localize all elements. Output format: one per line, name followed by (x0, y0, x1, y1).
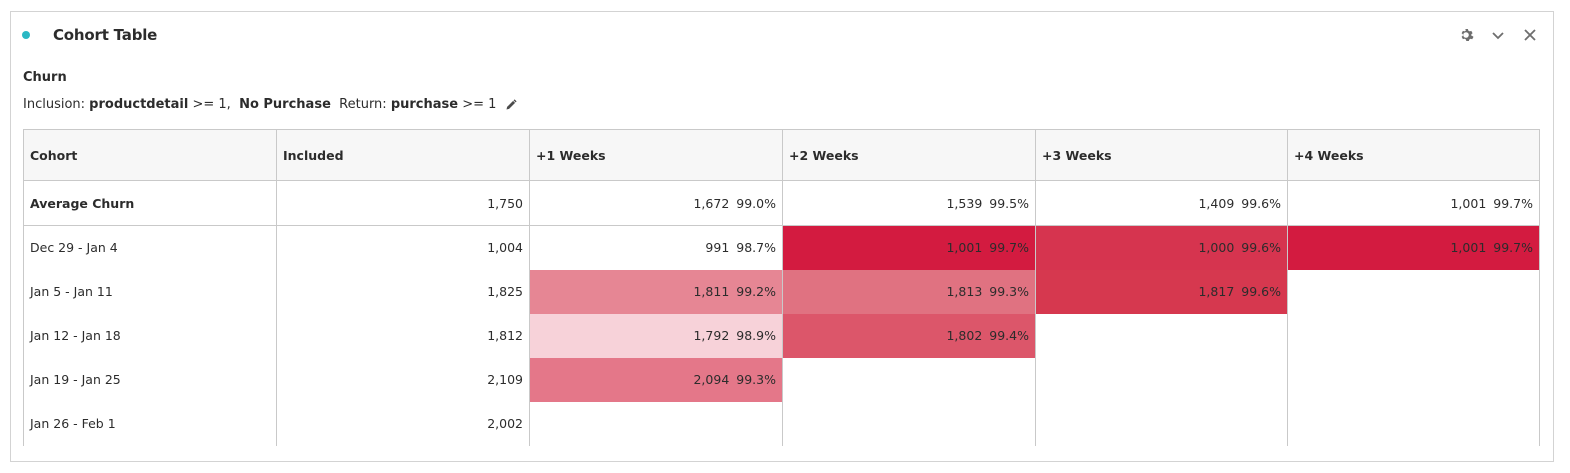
cohort-cell[interactable]: 2,094 99.3% (529, 357, 783, 402)
cohort-included: 2,109 (276, 357, 530, 402)
cohort-cell[interactable] (782, 357, 1036, 402)
gear-icon[interactable] (1457, 26, 1475, 44)
cell-value: 1,813 (946, 284, 983, 299)
cell-percent: 99.3% (989, 284, 1029, 299)
cell-percent: 99.0% (736, 195, 776, 211)
cohort-cell[interactable]: 1,811 99.2% (529, 269, 783, 314)
cohort-cell[interactable] (1287, 401, 1540, 446)
cell-percent: 99.3% (736, 372, 776, 387)
cohort-included: 1,812 (276, 313, 530, 358)
cohort-included: 1,004 (276, 225, 530, 270)
cell-value: 991 (705, 240, 730, 256)
cohort-settings-line: Inclusion: productdetail >= 1, No Purcha… (23, 97, 518, 112)
cell-value: 1,539 (946, 195, 983, 211)
column-header-week-1[interactable]: +1 Weeks (529, 129, 783, 181)
cohort-cell[interactable] (1287, 269, 1540, 314)
column-header-included[interactable]: Included (276, 129, 530, 181)
cell-percent: 99.7% (1493, 195, 1533, 211)
cell-percent: 99.7% (989, 240, 1029, 256)
cohort-cell[interactable]: 1,802 99.4% (782, 313, 1036, 358)
inclusion-metric: productdetail (89, 97, 189, 112)
column-header-week-4[interactable]: +4 Weeks (1287, 129, 1540, 181)
chevron-down-icon[interactable] (1489, 26, 1507, 44)
cohort-cell[interactable]: 1,792 98.9% (529, 313, 783, 358)
cohort-cell[interactable]: 1,001 99.7% (782, 225, 1036, 270)
return-metric: purchase (390, 97, 459, 112)
cohort-row: Jan 12 - Jan 18 1,812 1,792 98.9% 1,802 99… (23, 313, 1540, 358)
return-operator: >= 1 (462, 97, 497, 112)
cohort-cell[interactable]: 1,000 99.6% (1035, 225, 1288, 270)
cohort-label: Jan 26 - Feb 1 (23, 401, 277, 446)
cell-percent: 98.7% (736, 240, 776, 256)
cohort-table: Cohort Included +1 Weeks +2 Weeks +3 Wee… (23, 129, 1540, 446)
pencil-icon[interactable] (505, 98, 518, 111)
cohort-cell[interactable] (1035, 357, 1288, 402)
cohort-row: Dec 29 - Jan 4 1,004 991 98.7% 1,001 99.7%… (23, 225, 1540, 270)
close-icon[interactable] (1521, 26, 1539, 44)
cohort-cell[interactable] (782, 401, 1036, 446)
cell-value: 1,792 (693, 328, 730, 343)
cohort-cell[interactable] (1287, 313, 1540, 358)
cell-percent: 99.7% (1493, 240, 1533, 256)
average-cell[interactable]: 1,409 99.6% (1035, 180, 1288, 226)
inclusion-label: Inclusion: (23, 97, 86, 112)
inclusion-dimension: No Purchase (239, 97, 331, 112)
cohort-cell[interactable] (1035, 401, 1288, 446)
cohort-cell[interactable]: 1,001 99.7% (1287, 225, 1540, 270)
cell-value: 1,001 (1450, 195, 1487, 211)
inclusion-operator: >= 1, (192, 97, 231, 112)
cohort-cell[interactable] (1035, 313, 1288, 358)
cell-percent: 99.6% (1241, 240, 1281, 256)
cohort-included: 2,002 (276, 401, 530, 446)
cell-percent: 99.6% (1241, 284, 1281, 299)
status-dot (22, 31, 30, 39)
panel-actions (1457, 26, 1539, 44)
cell-value: 1,001 (946, 240, 983, 256)
column-header-cohort[interactable]: Cohort (23, 129, 277, 181)
cell-value: 1,409 (1198, 195, 1235, 211)
panel-title: Cohort Table (53, 26, 158, 44)
average-label: Average Churn (23, 180, 277, 226)
cohort-label: Dec 29 - Jan 4 (23, 225, 277, 270)
cohort-table-panel: Cohort Table Churn Inclusion: productdet… (10, 11, 1554, 462)
cohort-row: Jan 26 - Feb 1 2,002 (23, 401, 1540, 446)
cell-percent: 99.4% (989, 328, 1029, 343)
cell-value: 2,094 (693, 372, 730, 387)
cohort-row: Jan 5 - Jan 11 1,825 1,811 99.2% 1,813 99.… (23, 269, 1540, 314)
cell-value: 1,672 (693, 195, 730, 211)
cohort-cell[interactable]: 1,813 99.3% (782, 269, 1036, 314)
cohort-cell[interactable]: 991 98.7% (529, 225, 783, 270)
header-row: Cohort Included +1 Weeks +2 Weeks +3 Wee… (23, 129, 1540, 181)
cohort-cell[interactable]: 1,817 99.6% (1035, 269, 1288, 314)
cohort-cell[interactable] (529, 401, 783, 446)
cohort-label: Jan 5 - Jan 11 (23, 269, 277, 314)
cell-percent: 99.2% (736, 284, 776, 299)
cell-percent: 99.6% (1241, 195, 1281, 211)
cohort-included: 1,825 (276, 269, 530, 314)
cell-percent: 98.9% (736, 328, 776, 343)
cell-percent: 99.5% (989, 195, 1029, 211)
average-cell[interactable]: 1,001 99.7% (1287, 180, 1540, 226)
cell-value: 1,817 (1198, 284, 1235, 299)
return-label: Return: (339, 97, 387, 112)
cohort-segment-name: Churn (23, 70, 67, 85)
cell-value: 1,000 (1198, 240, 1235, 256)
cohort-label: Jan 19 - Jan 25 (23, 357, 277, 402)
cohort-row: Jan 19 - Jan 25 2,109 2,094 99.3% (23, 357, 1540, 402)
panel-header: Cohort Table (11, 12, 1553, 58)
column-header-week-2[interactable]: +2 Weeks (782, 129, 1036, 181)
cohort-cell[interactable] (1287, 357, 1540, 402)
cell-value: 1,811 (693, 284, 730, 299)
cell-value: 1,802 (946, 328, 983, 343)
cell-value: 1,001 (1450, 240, 1487, 256)
column-header-week-3[interactable]: +3 Weeks (1035, 129, 1288, 181)
cohort-label: Jan 12 - Jan 18 (23, 313, 277, 358)
average-row: Average Churn 1,750 1,672 99.0% 1,539 99.5… (23, 180, 1540, 226)
average-included: 1,750 (276, 180, 530, 226)
average-cell[interactable]: 1,539 99.5% (782, 180, 1036, 226)
average-cell[interactable]: 1,672 99.0% (529, 180, 783, 226)
